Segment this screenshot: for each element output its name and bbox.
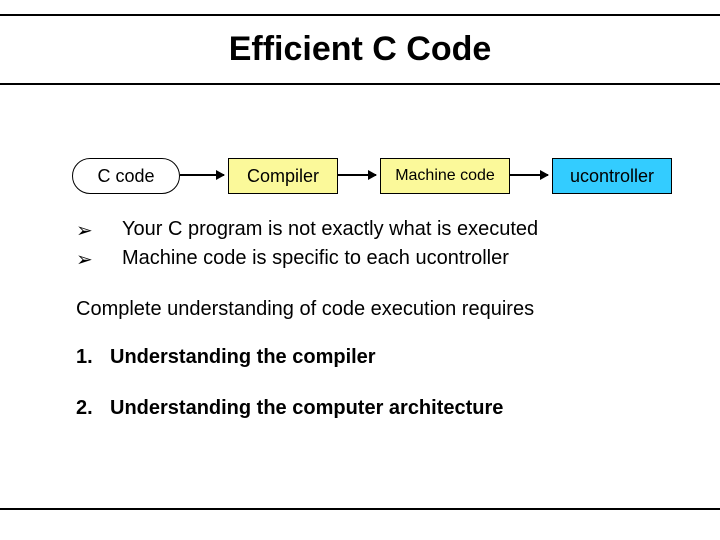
pipeline-diagram: C code Compiler Machine code ucontroller — [0, 150, 720, 210]
arrow-icon — [510, 174, 548, 176]
page-title: Efficient C Code — [0, 30, 720, 69]
title-band: Efficient C Code — [0, 14, 720, 85]
node-machine-code: Machine code — [380, 158, 510, 194]
bullet-icon: ➢ — [76, 218, 122, 243]
list-item: ➢ Machine code is specific to each ucont… — [76, 247, 538, 272]
list-item: ➢ Your C program is not exactly what is … — [76, 218, 538, 243]
numbered-list: 1. Understanding the compiler 2. Underst… — [76, 346, 503, 448]
arrow-icon — [180, 174, 224, 176]
arrow-icon — [338, 174, 376, 176]
node-compiler: Compiler — [228, 158, 338, 194]
list-item: 2. Understanding the computer architectu… — [76, 397, 503, 420]
bullet-text: Machine code is specific to each ucontro… — [122, 247, 509, 270]
bullet-text: Your C program is not exactly what is ex… — [122, 218, 538, 241]
item-text: Understanding the compiler — [110, 346, 376, 369]
item-number: 2. — [76, 397, 110, 420]
bullet-icon: ➢ — [76, 247, 122, 272]
bullet-list: ➢ Your C program is not exactly what is … — [76, 218, 538, 276]
node-c-code: C code — [72, 158, 180, 194]
subtitle: Complete understanding of code execution… — [76, 298, 534, 321]
divider — [0, 508, 720, 510]
item-text: Understanding the computer architecture — [110, 397, 503, 420]
item-number: 1. — [76, 346, 110, 369]
list-item: 1. Understanding the compiler — [76, 346, 503, 369]
node-ucontroller: ucontroller — [552, 158, 672, 194]
